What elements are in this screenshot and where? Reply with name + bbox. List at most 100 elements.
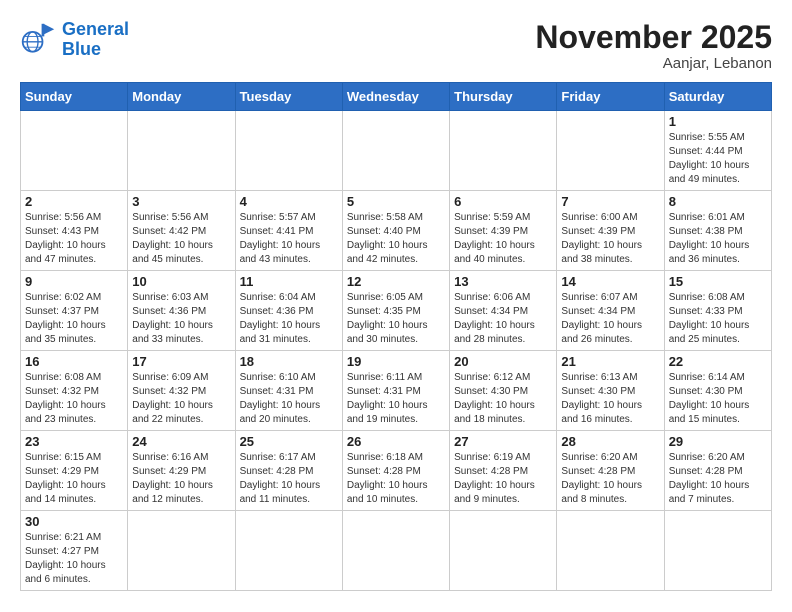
day-number: 23	[25, 434, 123, 449]
day-number: 7	[561, 194, 659, 209]
table-row: 16Sunrise: 6:08 AMSunset: 4:32 PMDayligh…	[21, 351, 128, 431]
month-title: November 2025	[535, 20, 772, 55]
table-row: 5Sunrise: 5:58 AMSunset: 4:40 PMDaylight…	[342, 191, 449, 271]
day-info: Sunrise: 6:18 AMSunset: 4:28 PMDaylight:…	[347, 451, 445, 507]
logo-blue: Blue	[62, 39, 101, 59]
day-info: Sunrise: 6:17 AMSunset: 4:28 PMDaylight:…	[240, 451, 338, 507]
day-info: Sunrise: 5:59 AMSunset: 4:39 PMDaylight:…	[454, 211, 552, 267]
day-info: Sunrise: 5:56 AMSunset: 4:42 PMDaylight:…	[132, 211, 230, 267]
calendar-table: Sunday Monday Tuesday Wednesday Thursday…	[20, 82, 772, 591]
day-number: 11	[240, 274, 338, 289]
col-monday: Monday	[128, 83, 235, 111]
col-wednesday: Wednesday	[342, 83, 449, 111]
table-row: 9Sunrise: 6:02 AMSunset: 4:37 PMDaylight…	[21, 271, 128, 351]
title-block: November 2025 Aanjar, Lebanon	[535, 20, 772, 72]
table-row: 29Sunrise: 6:20 AMSunset: 4:28 PMDayligh…	[664, 431, 771, 511]
table-row: 6 Sunrise: 5:59 AMSunset: 4:39 PMDaylight…	[450, 191, 557, 271]
day-number: 19	[347, 354, 445, 369]
day-number: 13	[454, 274, 552, 289]
day-number: 17	[132, 354, 230, 369]
table-row: 21 Sunrise: 6:13 AMSunset: 4:30 PMDayligh…	[557, 351, 664, 431]
day-info: Sunrise: 6:15 AMSunset: 4:29 PMDaylight:…	[25, 451, 123, 507]
table-row: 24 Sunrise: 6:16 AMSunset: 4:29 PMDayligh…	[128, 431, 235, 511]
day-number: 27	[454, 434, 552, 449]
day-info: Sunrise: 5:58 AMSunset: 4:40 PMDaylight:…	[347, 211, 445, 267]
day-number: 25	[240, 434, 338, 449]
day-number: 10	[132, 274, 230, 289]
empty-cell	[128, 111, 235, 191]
day-number: 26	[347, 434, 445, 449]
day-number: 1	[669, 114, 767, 129]
table-row: 15 Sunrise: 6:08 AMSunset: 4:33 PMDayligh…	[664, 271, 771, 351]
day-info: Sunrise: 5:56 AMSunset: 4:43 PMDaylight:…	[25, 211, 123, 267]
col-tuesday: Tuesday	[235, 83, 342, 111]
empty-cell	[235, 111, 342, 191]
day-number: 18	[240, 354, 338, 369]
logo-text: General Blue	[62, 20, 129, 60]
day-info: Sunrise: 6:01 AMSunset: 4:38 PMDaylight:…	[669, 211, 767, 267]
empty-cell	[342, 511, 449, 591]
day-info: Sunrise: 6:06 AMSunset: 4:34 PMDaylight:…	[454, 291, 552, 347]
calendar-row: 16Sunrise: 6:08 AMSunset: 4:32 PMDayligh…	[21, 351, 772, 431]
logo: General Blue	[20, 20, 129, 60]
table-row: 1Sunrise: 5:55 AMSunset: 4:44 PMDaylight…	[664, 111, 771, 191]
empty-cell	[664, 511, 771, 591]
day-info: Sunrise: 6:16 AMSunset: 4:29 PMDaylight:…	[132, 451, 230, 507]
day-info: Sunrise: 6:05 AMSunset: 4:35 PMDaylight:…	[347, 291, 445, 347]
col-sunday: Sunday	[21, 83, 128, 111]
table-row: 27 Sunrise: 6:19 AMSunset: 4:28 PMDayligh…	[450, 431, 557, 511]
calendar-row: 23 Sunrise: 6:15 AMSunset: 4:29 PMDayligh…	[21, 431, 772, 511]
day-number: 4	[240, 194, 338, 209]
calendar-row: 2Sunrise: 5:56 AMSunset: 4:43 PMDaylight…	[21, 191, 772, 271]
day-number: 14	[561, 274, 659, 289]
day-number: 20	[454, 354, 552, 369]
day-info: Sunrise: 6:00 AMSunset: 4:39 PMDaylight:…	[561, 211, 659, 267]
day-info: Sunrise: 6:12 AMSunset: 4:30 PMDaylight:…	[454, 371, 552, 427]
empty-cell	[450, 111, 557, 191]
logo-general: General	[62, 19, 129, 39]
day-info: Sunrise: 6:09 AMSunset: 4:32 PMDaylight:…	[132, 371, 230, 427]
day-info: Sunrise: 6:08 AMSunset: 4:32 PMDaylight:…	[25, 371, 123, 427]
table-row: 14Sunrise: 6:07 AMSunset: 4:34 PMDayligh…	[557, 271, 664, 351]
day-info: Sunrise: 6:14 AMSunset: 4:30 PMDaylight:…	[669, 371, 767, 427]
day-info: Sunrise: 6:11 AMSunset: 4:31 PMDaylight:…	[347, 371, 445, 427]
day-number: 22	[669, 354, 767, 369]
col-thursday: Thursday	[450, 83, 557, 111]
page: General Blue November 2025 Aanjar, Leban…	[0, 0, 792, 601]
day-number: 30	[25, 514, 123, 529]
calendar-header-row: Sunday Monday Tuesday Wednesday Thursday…	[21, 83, 772, 111]
day-info: Sunrise: 5:57 AMSunset: 4:41 PMDaylight:…	[240, 211, 338, 267]
day-number: 8	[669, 194, 767, 209]
day-info: Sunrise: 6:21 AMSunset: 4:27 PMDaylight:…	[25, 531, 123, 587]
day-number: 28	[561, 434, 659, 449]
table-row: 12Sunrise: 6:05 AMSunset: 4:35 PMDayligh…	[342, 271, 449, 351]
day-number: 3	[132, 194, 230, 209]
day-info: Sunrise: 6:20 AMSunset: 4:28 PMDaylight:…	[561, 451, 659, 507]
empty-cell	[128, 511, 235, 591]
table-row: 23 Sunrise: 6:15 AMSunset: 4:29 PMDayligh…	[21, 431, 128, 511]
col-saturday: Saturday	[664, 83, 771, 111]
calendar-row: 1Sunrise: 5:55 AMSunset: 4:44 PMDaylight…	[21, 111, 772, 191]
day-info: Sunrise: 6:13 AMSunset: 4:30 PMDaylight:…	[561, 371, 659, 427]
col-friday: Friday	[557, 83, 664, 111]
table-row: 26 Sunrise: 6:18 AMSunset: 4:28 PMDayligh…	[342, 431, 449, 511]
day-info: Sunrise: 6:03 AMSunset: 4:36 PMDaylight:…	[132, 291, 230, 347]
empty-cell	[21, 111, 128, 191]
generalblue-icon	[20, 22, 56, 58]
day-number: 21	[561, 354, 659, 369]
day-info: Sunrise: 6:08 AMSunset: 4:33 PMDaylight:…	[669, 291, 767, 347]
day-number: 24	[132, 434, 230, 449]
day-number: 6	[454, 194, 552, 209]
location: Aanjar, Lebanon	[535, 55, 772, 72]
day-info: Sunrise: 6:19 AMSunset: 4:28 PMDaylight:…	[454, 451, 552, 507]
empty-cell	[450, 511, 557, 591]
empty-cell	[557, 511, 664, 591]
day-number: 15	[669, 274, 767, 289]
empty-cell	[342, 111, 449, 191]
calendar-row: 30 Sunrise: 6:21 AMSunset: 4:27 PMDayligh…	[21, 511, 772, 591]
table-row: 13 Sunrise: 6:06 AMSunset: 4:34 PMDayligh…	[450, 271, 557, 351]
day-info: Sunrise: 6:02 AMSunset: 4:37 PMDaylight:…	[25, 291, 123, 347]
table-row: 7 Sunrise: 6:00 AMSunset: 4:39 PMDaylight…	[557, 191, 664, 271]
table-row: 20 Sunrise: 6:12 AMSunset: 4:30 PMDayligh…	[450, 351, 557, 431]
empty-cell	[557, 111, 664, 191]
